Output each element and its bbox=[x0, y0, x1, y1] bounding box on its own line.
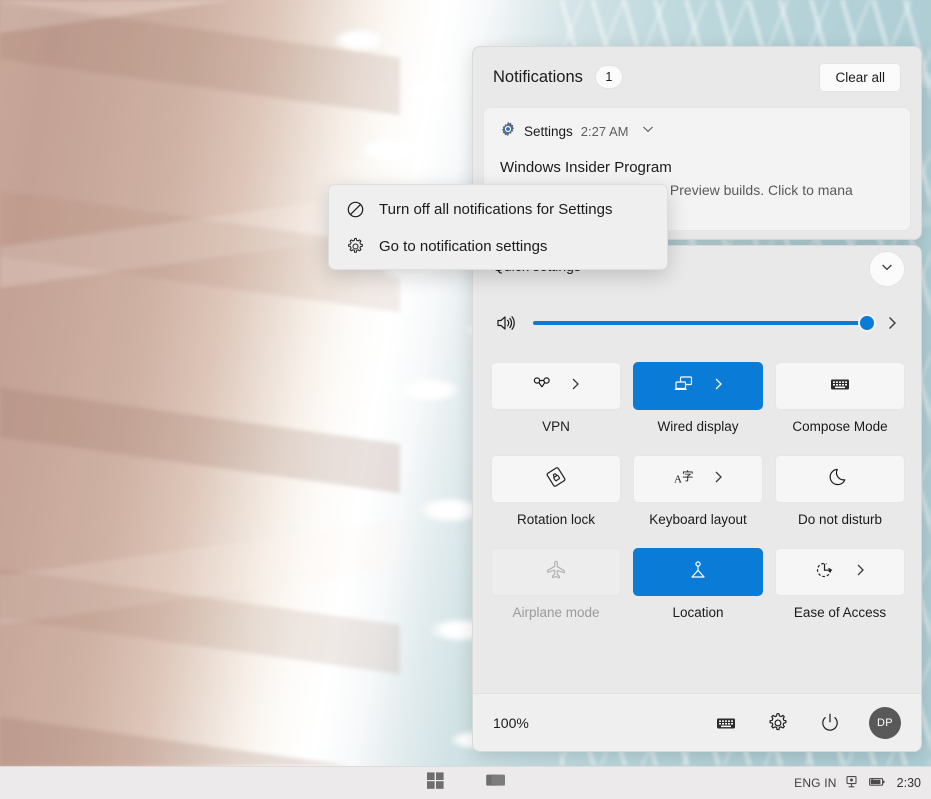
context-menu-item-notification-settings[interactable]: Go to notification settings bbox=[329, 228, 667, 265]
gear-icon bbox=[345, 237, 365, 256]
quick-settings-panel: Quick settings bbox=[472, 245, 922, 752]
tile-row: VPN bbox=[491, 362, 903, 434]
taskbar-clock[interactable]: 2:30 bbox=[897, 776, 921, 790]
context-menu-item-label: Go to notification settings bbox=[379, 238, 547, 255]
quick-tile-ease-of-access: Ease of Access bbox=[775, 548, 905, 620]
notification-app-row: Settings 2:27 AM bbox=[500, 121, 894, 142]
tile-label: Keyboard layout bbox=[649, 512, 747, 527]
volume-slider[interactable] bbox=[533, 321, 867, 325]
avatar[interactable]: DP bbox=[869, 707, 901, 739]
do-not-disturb-tile-button[interactable] bbox=[775, 455, 905, 503]
notification-heading: Windows Insider Program bbox=[500, 159, 894, 176]
notification-app-name: Settings bbox=[524, 124, 573, 139]
chevron-right-icon[interactable] bbox=[854, 562, 867, 583]
tile-label: Do not disturb bbox=[798, 512, 882, 527]
taskbar-center-group bbox=[0, 770, 931, 797]
tile-row: Rotation lock A 字 Ke bbox=[491, 455, 903, 527]
volume-chevron-right-icon[interactable] bbox=[881, 314, 903, 332]
quick-tile-rotation-lock: Rotation lock bbox=[491, 455, 621, 527]
tile-label: Rotation lock bbox=[517, 512, 595, 527]
start-button[interactable] bbox=[419, 770, 453, 797]
quick-tile-location: Location bbox=[633, 548, 763, 620]
chevron-right-icon[interactable] bbox=[569, 376, 582, 397]
task-view-icon bbox=[485, 771, 507, 795]
context-menu-item-label: Turn off all notifications for Settings bbox=[379, 201, 612, 218]
quick-tile-keyboard-layout: A 字 Keyboard layout bbox=[633, 455, 763, 527]
tile-label: Ease of Access bbox=[794, 605, 886, 620]
power-icon[interactable] bbox=[817, 710, 843, 736]
chevron-down-icon bbox=[879, 259, 895, 280]
keyboard-layout-tile-button[interactable]: A 字 bbox=[633, 455, 763, 503]
tile-label: VPN bbox=[542, 419, 570, 434]
tile-label: Airplane mode bbox=[512, 605, 599, 620]
system-tray: ENG IN 2:30 bbox=[794, 774, 921, 792]
quick-settings-tiles: VPN bbox=[473, 354, 921, 620]
quick-tile-vpn: VPN bbox=[491, 362, 621, 434]
location-icon bbox=[687, 559, 709, 586]
task-view-button[interactable] bbox=[479, 770, 513, 797]
compose-mode-tile-button[interactable] bbox=[775, 362, 905, 410]
settings-gear-icon bbox=[500, 121, 516, 142]
moon-icon bbox=[829, 466, 851, 493]
volume-row bbox=[473, 292, 921, 354]
rotation-lock-icon bbox=[544, 466, 568, 493]
speaker-icon[interactable] bbox=[491, 313, 521, 333]
airplane-icon bbox=[544, 559, 568, 586]
network-icon[interactable] bbox=[844, 774, 859, 792]
quick-tile-wired-display: Wired display bbox=[633, 362, 763, 434]
block-icon bbox=[345, 200, 365, 219]
wired-display-icon bbox=[672, 374, 696, 399]
ease-of-access-tile-button[interactable] bbox=[775, 548, 905, 596]
quick-settings-footer: 100% bbox=[473, 693, 921, 751]
keyboard-icon bbox=[828, 375, 852, 398]
svg-text:A: A bbox=[674, 473, 682, 485]
quick-tile-compose-mode: Compose Mode bbox=[775, 362, 905, 434]
chevron-right-icon[interactable] bbox=[712, 376, 725, 397]
clear-all-button[interactable]: Clear all bbox=[819, 63, 901, 92]
notifications-title: Notifications bbox=[493, 68, 583, 87]
input-language-indicator[interactable]: ENG IN bbox=[794, 776, 837, 790]
gear-icon[interactable] bbox=[765, 710, 791, 736]
tile-label: Wired display bbox=[657, 419, 738, 434]
notification-header: Notifications 1 Clear all bbox=[473, 47, 921, 107]
notification-timestamp: 2:27 AM bbox=[581, 124, 629, 139]
quick-settings-expand-button[interactable] bbox=[869, 251, 905, 287]
quick-tile-do-not-disturb: Do not disturb bbox=[775, 455, 905, 527]
vpn-icon bbox=[531, 374, 553, 399]
wired-display-tile-button[interactable] bbox=[633, 362, 763, 410]
context-menu-item-turn-off-notifications[interactable]: Turn off all notifications for Settings bbox=[329, 191, 667, 228]
battery-percentage: 100% bbox=[493, 715, 529, 731]
quick-tile-airplane-mode: Airplane mode bbox=[491, 548, 621, 620]
svg-text:字: 字 bbox=[682, 469, 694, 483]
windows-logo-icon bbox=[426, 771, 445, 795]
vpn-tile-button[interactable] bbox=[491, 362, 621, 410]
rotation-lock-tile-button[interactable] bbox=[491, 455, 621, 503]
keyboard-layout-icon: A 字 bbox=[672, 467, 696, 492]
tile-label: Location bbox=[672, 605, 723, 620]
tile-row: Airplane mode Location bbox=[491, 548, 903, 620]
taskbar: ENG IN 2:30 bbox=[0, 766, 931, 799]
volume-slider-thumb[interactable] bbox=[858, 314, 876, 332]
tile-label: Compose Mode bbox=[792, 419, 887, 434]
chevron-down-icon[interactable] bbox=[640, 121, 656, 142]
airplane-mode-tile-button[interactable] bbox=[491, 548, 621, 596]
notification-context-menu: Turn off all notifications for Settings … bbox=[328, 184, 668, 270]
keyboard-icon[interactable] bbox=[713, 710, 739, 736]
footer-icon-group: DP bbox=[713, 707, 901, 739]
location-tile-button[interactable] bbox=[633, 548, 763, 596]
battery-charging-icon[interactable] bbox=[866, 774, 886, 792]
notification-count-badge: 1 bbox=[595, 65, 623, 89]
ease-of-access-icon bbox=[814, 559, 838, 586]
chevron-right-icon[interactable] bbox=[712, 469, 725, 490]
